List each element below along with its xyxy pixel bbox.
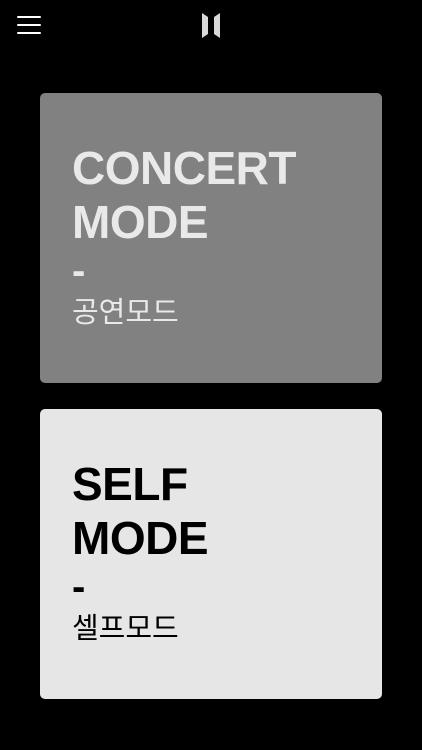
- self-mode-card[interactable]: SELF MODE - 셀프모드: [40, 409, 382, 699]
- concert-mode-title: CONCERT MODE: [72, 142, 296, 248]
- menu-line: [17, 32, 41, 34]
- self-mode-dash: -: [72, 565, 86, 609]
- concert-mode-card[interactable]: CONCERT MODE - 공연모드: [40, 93, 382, 383]
- bts-logo-icon: [202, 13, 220, 38]
- self-mode-subtitle: 셀프모드: [72, 611, 179, 645]
- menu-line: [17, 16, 41, 18]
- top-bar: [0, 0, 422, 52]
- self-mode-title: SELF MODE: [72, 458, 209, 564]
- menu-line: [17, 24, 41, 26]
- concert-mode-dash: -: [72, 249, 86, 293]
- concert-mode-subtitle: 공연모드: [72, 295, 179, 329]
- hamburger-menu-icon[interactable]: [17, 14, 43, 36]
